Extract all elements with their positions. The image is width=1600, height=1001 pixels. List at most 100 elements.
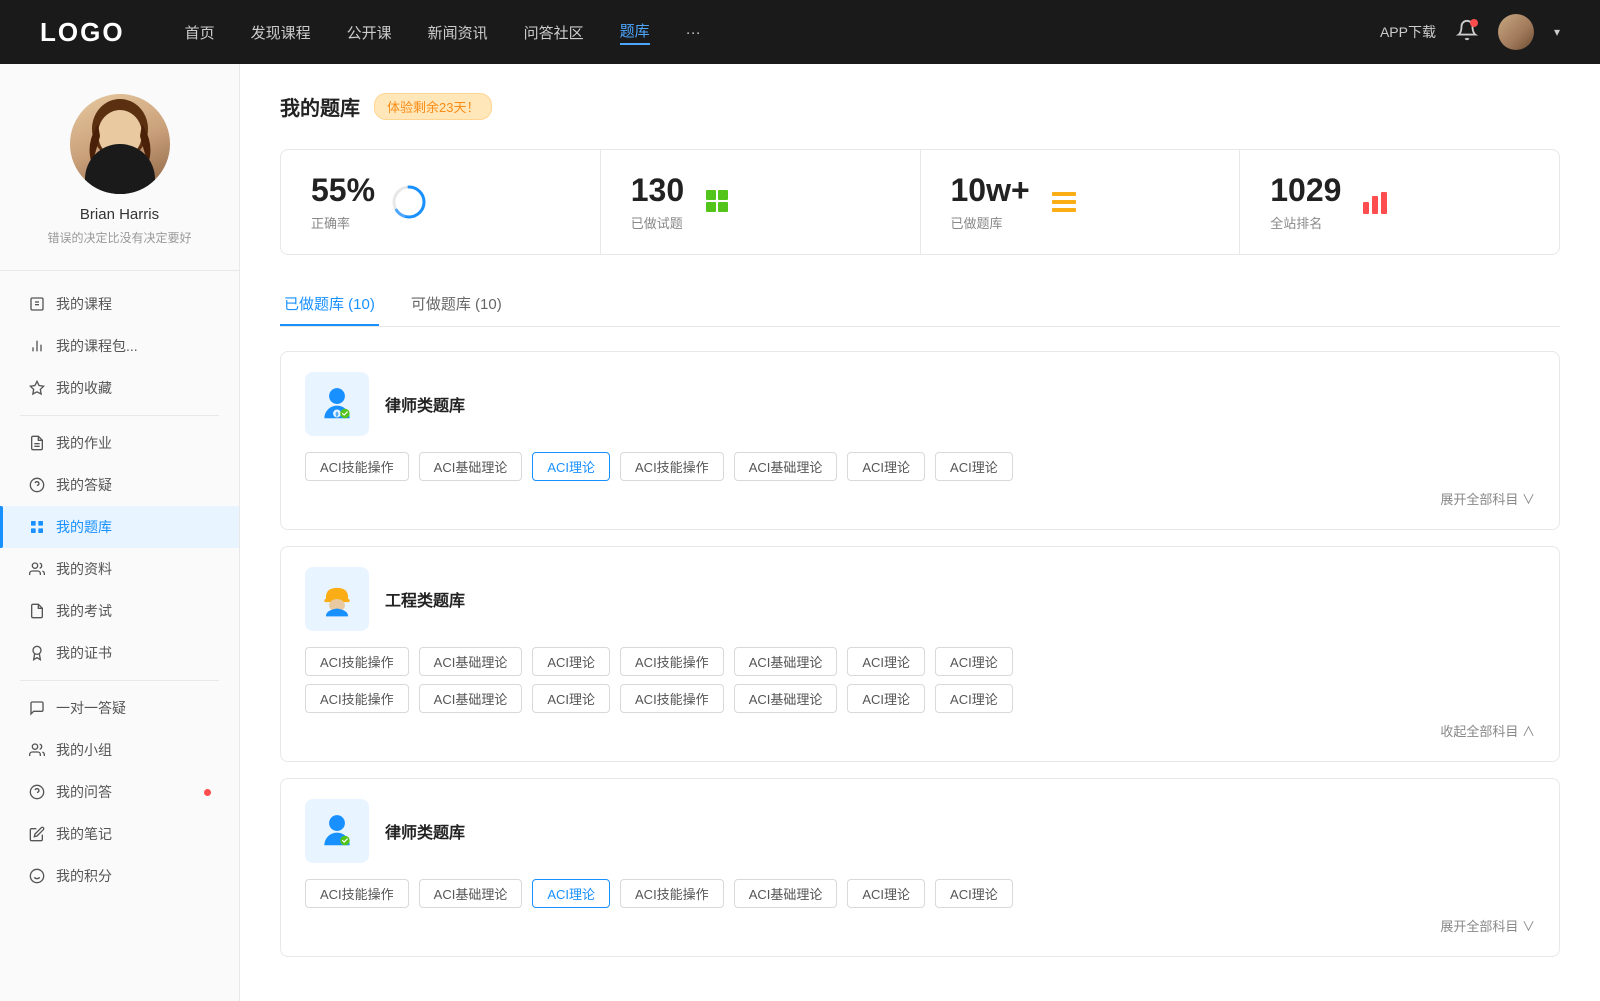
sidebar-label-answers: 我的答疑 [56,475,211,495]
qbank-tags-lawyer-1: ACI技能操作 ACI基础理论 ACI理论 ACI技能操作 ACI基础理论 AC… [305,452,1535,481]
qbank-footer-lawyer-1: 展开全部科目 ∨ [305,489,1535,509]
qbank-tag[interactable]: ACI基础理论 [419,647,523,676]
exam-icon [28,602,46,620]
stats-row: 55% 正确率 130 已做试题 [280,149,1560,255]
notification-dot [1470,19,1478,27]
stat-label-rank: 全站排名 [1270,213,1341,232]
nav-qa[interactable]: 问答社区 [524,22,584,43]
sidebar-item-tutor[interactable]: 一对一答疑 [0,687,239,729]
qbank-tag[interactable]: ACI理论 [847,647,925,676]
qbank-footer-lawyer-2: 展开全部科目 ∨ [305,916,1535,936]
sidebar-item-exam[interactable]: 我的考试 [0,590,239,632]
sidebar-label-tutor: 一对一答疑 [56,698,211,718]
qbank-tag[interactable]: ACI理论 [532,647,610,676]
qbank-icon-engineer [305,567,369,631]
sidebar-motto: 错误的决定比没有决定要好 [20,229,219,246]
sidebar-item-favorites[interactable]: 我的收藏 [0,367,239,409]
navbar: LOGO 首页 发现课程 公开课 新闻资讯 问答社区 题库 ··· APP下载 … [0,0,1600,64]
page-wrapper: Brian Harris 错误的决定比没有决定要好 我的课程 我的课程包... [0,64,1600,1001]
bar-chart-stat-icon [1357,184,1393,220]
qbank-tag[interactable]: ACI基础理论 [734,647,838,676]
sidebar-label-favorites: 我的收藏 [56,378,211,398]
qbank-tag[interactable]: ACI技能操作 [620,647,724,676]
tab-available-banks[interactable]: 可做题库 (10) [407,285,506,326]
qbank-tag[interactable]: ACI技能操作 [305,452,409,481]
qbank-title-lawyer-1: 律师类题库 [385,392,465,416]
qbank-card-lawyer-1: 律师类题库 ACI技能操作 ACI基础理论 ACI理论 ACI技能操作 ACI基… [280,351,1560,530]
trial-badge: 体验剩余23天！ [374,93,492,120]
qbank-tag[interactable]: ACI技能操作 [620,684,724,713]
nav-discover[interactable]: 发现课程 [251,22,311,43]
sidebar-item-group[interactable]: 我的小组 [0,729,239,771]
stat-correct-rate: 55% 正确率 [281,150,601,254]
qbank-expand-button-3[interactable]: 展开全部科目 ∨ [1440,919,1535,934]
qbank-expand-button-1[interactable]: 展开全部科目 ∨ [1440,492,1535,507]
qbank-tag[interactable]: ACI技能操作 [305,684,409,713]
qbank-tag[interactable]: ACI理论 [847,684,925,713]
sidebar-item-certificate[interactable]: 我的证书 [0,632,239,674]
sidebar-profile: Brian Harris 错误的决定比没有决定要好 [0,94,239,271]
qbank-tag[interactable]: ACI技能操作 [620,879,724,908]
qbank-tag[interactable]: ACI技能操作 [305,647,409,676]
sidebar-item-my-qa[interactable]: 我的问答 [0,771,239,813]
nav-open-course[interactable]: 公开课 [347,22,392,43]
qbank-tag[interactable]: ACI理论 [935,647,1013,676]
user-dropdown-icon[interactable]: ▾ [1554,25,1560,39]
nav-news[interactable]: 新闻资讯 [428,22,488,43]
list-stat-icon [1046,184,1082,220]
sidebar-item-profile[interactable]: 我的资料 [0,548,239,590]
sidebar-label-question-bank: 我的题库 [56,517,211,537]
qbank-tag[interactable]: ACI理论 [532,684,610,713]
qbank-tag-selected[interactable]: ACI理论 [532,879,610,908]
qbank-tag[interactable]: ACI基础理论 [419,452,523,481]
sidebar-item-answers[interactable]: 我的答疑 [0,464,239,506]
qbank-title-lawyer-2: 律师类题库 [385,819,465,843]
page-title: 我的题库 [280,92,360,121]
sidebar-divider-2 [20,680,219,681]
sidebar-label-my-qa: 我的问答 [56,782,200,802]
user-avatar[interactable] [1498,14,1534,50]
sidebar-item-course-pack[interactable]: 我的课程包... [0,325,239,367]
nav-more[interactable]: ··· [686,24,701,41]
sidebar-label-group: 我的小组 [56,740,211,760]
qbank-tag[interactable]: ACI基础理论 [419,684,523,713]
qbank-tag[interactable]: ACI技能操作 [305,879,409,908]
sidebar-menu: 我的课程 我的课程包... 我的收藏 我的作业 [0,271,239,909]
sidebar-item-points[interactable]: 我的积分 [0,855,239,897]
sidebar-item-question-bank[interactable]: 我的题库 [0,506,239,548]
qbank-tag[interactable]: ACI技能操作 [620,452,724,481]
qbank-tag[interactable]: ACI基础理论 [419,879,523,908]
sidebar-label-exam: 我的考试 [56,601,211,621]
grid-stat-icon [700,184,736,220]
nav-home[interactable]: 首页 [185,22,215,43]
qbank-tag[interactable]: ACI基础理论 [734,684,838,713]
sidebar: Brian Harris 错误的决定比没有决定要好 我的课程 我的课程包... [0,64,240,1001]
qbank-tag[interactable]: ACI基础理论 [734,452,838,481]
qbank-title-engineer: 工程类题库 [385,587,465,611]
sidebar-item-homework[interactable]: 我的作业 [0,422,239,464]
sidebar-label-profile: 我的资料 [56,559,211,579]
page-header: 我的题库 体验剩余23天！ [280,92,1560,121]
qbank-tag[interactable]: ACI理论 [847,452,925,481]
stat-global-rank: 1029 全站排名 [1240,150,1559,254]
stat-number-done: 130 [631,172,684,209]
qbank-tag-selected[interactable]: ACI理论 [532,452,610,481]
nav-question-bank[interactable]: 题库 [620,20,650,45]
bell-button[interactable] [1456,19,1478,46]
qbank-tag[interactable]: ACI理论 [935,879,1013,908]
qbank-tags-lawyer-2: ACI技能操作 ACI基础理论 ACI理论 ACI技能操作 ACI基础理论 AC… [305,879,1535,908]
sidebar-item-my-course[interactable]: 我的课程 [0,283,239,325]
file-icon [28,295,46,313]
qbank-icon-lawyer-2 [305,799,369,863]
sidebar-label-certificate: 我的证书 [56,643,211,663]
sidebar-item-notes[interactable]: 我的笔记 [0,813,239,855]
qbank-tag[interactable]: ACI理论 [847,879,925,908]
qbank-card-engineer: 工程类题库 ACI技能操作 ACI基础理论 ACI理论 ACI技能操作 ACI基… [280,546,1560,762]
circle-chart-icon [391,184,427,220]
qbank-collapse-button[interactable]: 收起全部科目 ∧ [1440,724,1535,739]
qbank-tag[interactable]: ACI理论 [935,684,1013,713]
qbank-tag[interactable]: ACI基础理论 [734,879,838,908]
app-download-button[interactable]: APP下载 [1380,22,1436,42]
tab-done-banks[interactable]: 已做题库 (10) [280,285,379,326]
qbank-tag[interactable]: ACI理论 [935,452,1013,481]
